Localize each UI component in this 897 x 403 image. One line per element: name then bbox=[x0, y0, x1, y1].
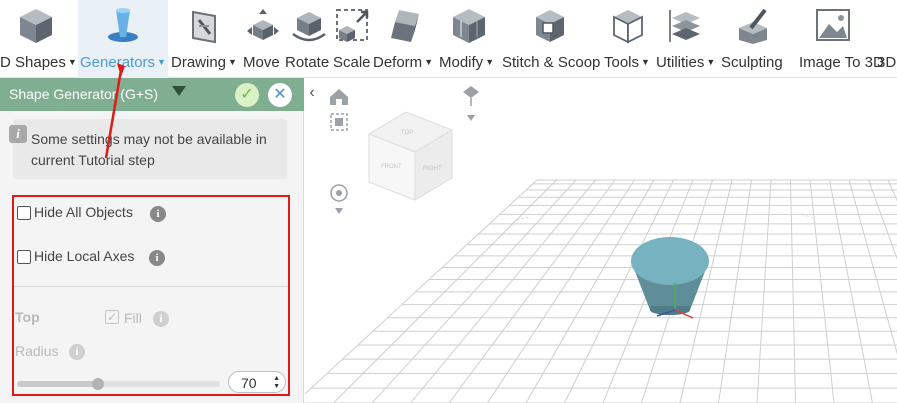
chevron-down-icon: ▼ bbox=[706, 57, 716, 67]
radius-slider[interactable] bbox=[17, 378, 220, 390]
hide-local-axes-label: Hide Local Axes bbox=[34, 248, 135, 264]
top-section-label: Top bbox=[15, 309, 40, 325]
svg-text:TOP: TOP bbox=[401, 130, 413, 136]
drawing-icon bbox=[192, 10, 216, 44]
rotate-icon bbox=[292, 12, 326, 42]
caret-down-icon[interactable] bbox=[172, 86, 186, 96]
orbit-icon[interactable] bbox=[330, 184, 348, 214]
fit-view-icon[interactable] bbox=[330, 113, 348, 131]
modify-icon bbox=[453, 9, 485, 43]
toolbar-label-modify: Modify bbox=[439, 54, 484, 71]
scale-icon bbox=[336, 9, 369, 42]
toolbar-label-utilities: Utilities bbox=[656, 54, 705, 71]
chevron-down-icon: ▼ bbox=[641, 57, 650, 67]
toolbar-item-sculpting[interactable]: Sculpting bbox=[721, 0, 799, 78]
hide-all-objects-label: Hide All Objects bbox=[34, 204, 133, 220]
fill-checkbox[interactable]: ✓ bbox=[105, 310, 119, 324]
hide-all-objects-checkbox[interactable] bbox=[17, 206, 31, 220]
toolbar-item-image-to-3d[interactable]: Image To 3D bbox=[799, 0, 884, 78]
toolbar-item-move[interactable]: Move bbox=[243, 0, 283, 78]
toolbar-label-generators: Generators bbox=[80, 54, 156, 71]
image-to-3d-icon bbox=[816, 9, 850, 41]
radius-slider-fill bbox=[17, 381, 99, 387]
panel-title: Shape Generator (G+S) bbox=[9, 86, 159, 102]
toolbar-item-modify[interactable]: Modify ▼ bbox=[439, 0, 501, 78]
chevron-down-icon: ▼ bbox=[485, 57, 495, 67]
toolbar-label-image-to-3d: Image To 3D bbox=[799, 54, 884, 71]
check-icon: ✓ bbox=[240, 86, 254, 103]
perspective-icon[interactable] bbox=[463, 86, 479, 121]
svg-text:FRONT: FRONT bbox=[381, 164, 402, 170]
confirm-button[interactable]: ✓ bbox=[235, 83, 259, 107]
toolbar-label-move: Move bbox=[243, 54, 280, 71]
chevron-down-icon: ▼ bbox=[157, 57, 166, 67]
deform-icon bbox=[391, 10, 419, 42]
toolbar-item-3d[interactable]: 3D bbox=[877, 0, 897, 78]
shape-generator-panel: Shape Generator (G+S) ✓ ✕ i Some setting… bbox=[0, 78, 304, 403]
tools-icon bbox=[613, 10, 643, 44]
app-root: D Shapes ▼ Generators ▼ Drawing ▼ Move R… bbox=[0, 0, 897, 403]
chevron-down-icon: ▼ bbox=[67, 57, 77, 67]
stitch-scoop-icon bbox=[536, 10, 564, 42]
toolbar-label-rotate: Rotate bbox=[285, 54, 330, 71]
check-icon: ✓ bbox=[106, 310, 118, 324]
toolbar-label-3d: 3D bbox=[877, 54, 897, 71]
generator-icon bbox=[108, 8, 138, 42]
3d-viewport[interactable]: ‹ TOP FRONT RIGHT - - - - - - bbox=[305, 78, 897, 403]
radius-input[interactable]: 70 ▲ ▼ bbox=[228, 371, 286, 393]
svg-text:RIGHT: RIGHT bbox=[423, 166, 442, 172]
toolbar-item-deform[interactable]: Deform ▼ bbox=[373, 0, 437, 78]
spin-down-icon[interactable]: ▼ bbox=[273, 383, 280, 390]
home-icon[interactable] bbox=[330, 89, 348, 105]
utilities-icon bbox=[669, 10, 700, 42]
toolbar-item-rotate[interactable]: Rotate bbox=[285, 0, 333, 78]
close-icon: ✕ bbox=[273, 86, 287, 103]
spin-up-icon[interactable]: ▲ bbox=[273, 375, 280, 382]
toolbar-label-stitch-scoop: Stitch & Scoop bbox=[502, 54, 601, 71]
toolbar-item-tools[interactable]: Tools ▼ bbox=[604, 0, 656, 78]
tutorial-notice-text: Some settings may not be available in cu… bbox=[31, 131, 267, 168]
info-icon: i bbox=[9, 125, 27, 143]
radius-slider-handle[interactable] bbox=[92, 378, 105, 390]
axis-label: - - - bbox=[516, 212, 530, 223]
toolbar-label-sculpting: Sculpting bbox=[721, 54, 783, 71]
chevron-down-icon: ▼ bbox=[228, 57, 237, 67]
info-icon[interactable]: i bbox=[149, 250, 165, 266]
cube-icon bbox=[20, 9, 52, 43]
sculpting-icon bbox=[739, 8, 767, 44]
scene-canvas: TOP FRONT RIGHT - - - - - - bbox=[305, 86, 897, 403]
generator-settings: Hide All Objects i Hide Local Axes i Top… bbox=[12, 195, 290, 396]
divider bbox=[14, 286, 288, 287]
main-toolbar: D Shapes ▼ Generators ▼ Drawing ▼ Move R… bbox=[0, 0, 897, 78]
view-cube[interactable]: TOP FRONT RIGHT bbox=[367, 111, 454, 201]
toolbar-item-utilities[interactable]: Utilities ▼ bbox=[656, 0, 720, 78]
tutorial-notice: i Some settings may not be available in … bbox=[9, 119, 287, 179]
toolbar-label-scale: Scale bbox=[333, 54, 371, 71]
toolbar-label-deform: Deform bbox=[373, 54, 423, 71]
info-icon[interactable]: i bbox=[69, 344, 85, 360]
panel-header: Shape Generator (G+S) ✓ ✕ bbox=[0, 78, 304, 111]
close-button[interactable]: ✕ bbox=[268, 83, 292, 107]
toolbar-item-scale[interactable]: Scale bbox=[333, 0, 373, 78]
toolbar-item-generators[interactable]: Generators ▼ bbox=[78, 0, 168, 78]
move-icon bbox=[247, 9, 279, 40]
toolbar-label-3d-shapes: D Shapes bbox=[0, 54, 66, 71]
toolbar-item-3d-shapes[interactable]: D Shapes ▼ bbox=[0, 0, 78, 78]
radius-label: Radius bbox=[15, 343, 59, 359]
toolbar-label-tools: Tools bbox=[604, 54, 640, 71]
info-icon[interactable]: i bbox=[150, 206, 166, 222]
chevron-down-icon: ▼ bbox=[424, 57, 434, 67]
toolbar-label-drawing: Drawing bbox=[171, 54, 227, 71]
fill-label: Fill bbox=[124, 310, 142, 326]
toolbar-item-stitch-scoop[interactable]: Stitch & Scoop bbox=[502, 0, 602, 78]
info-icon[interactable]: i bbox=[153, 311, 169, 327]
toolbar-item-drawing[interactable]: Drawing ▼ bbox=[171, 0, 241, 78]
hide-local-axes-checkbox[interactable] bbox=[17, 250, 31, 264]
radius-value: 70 bbox=[241, 375, 257, 391]
